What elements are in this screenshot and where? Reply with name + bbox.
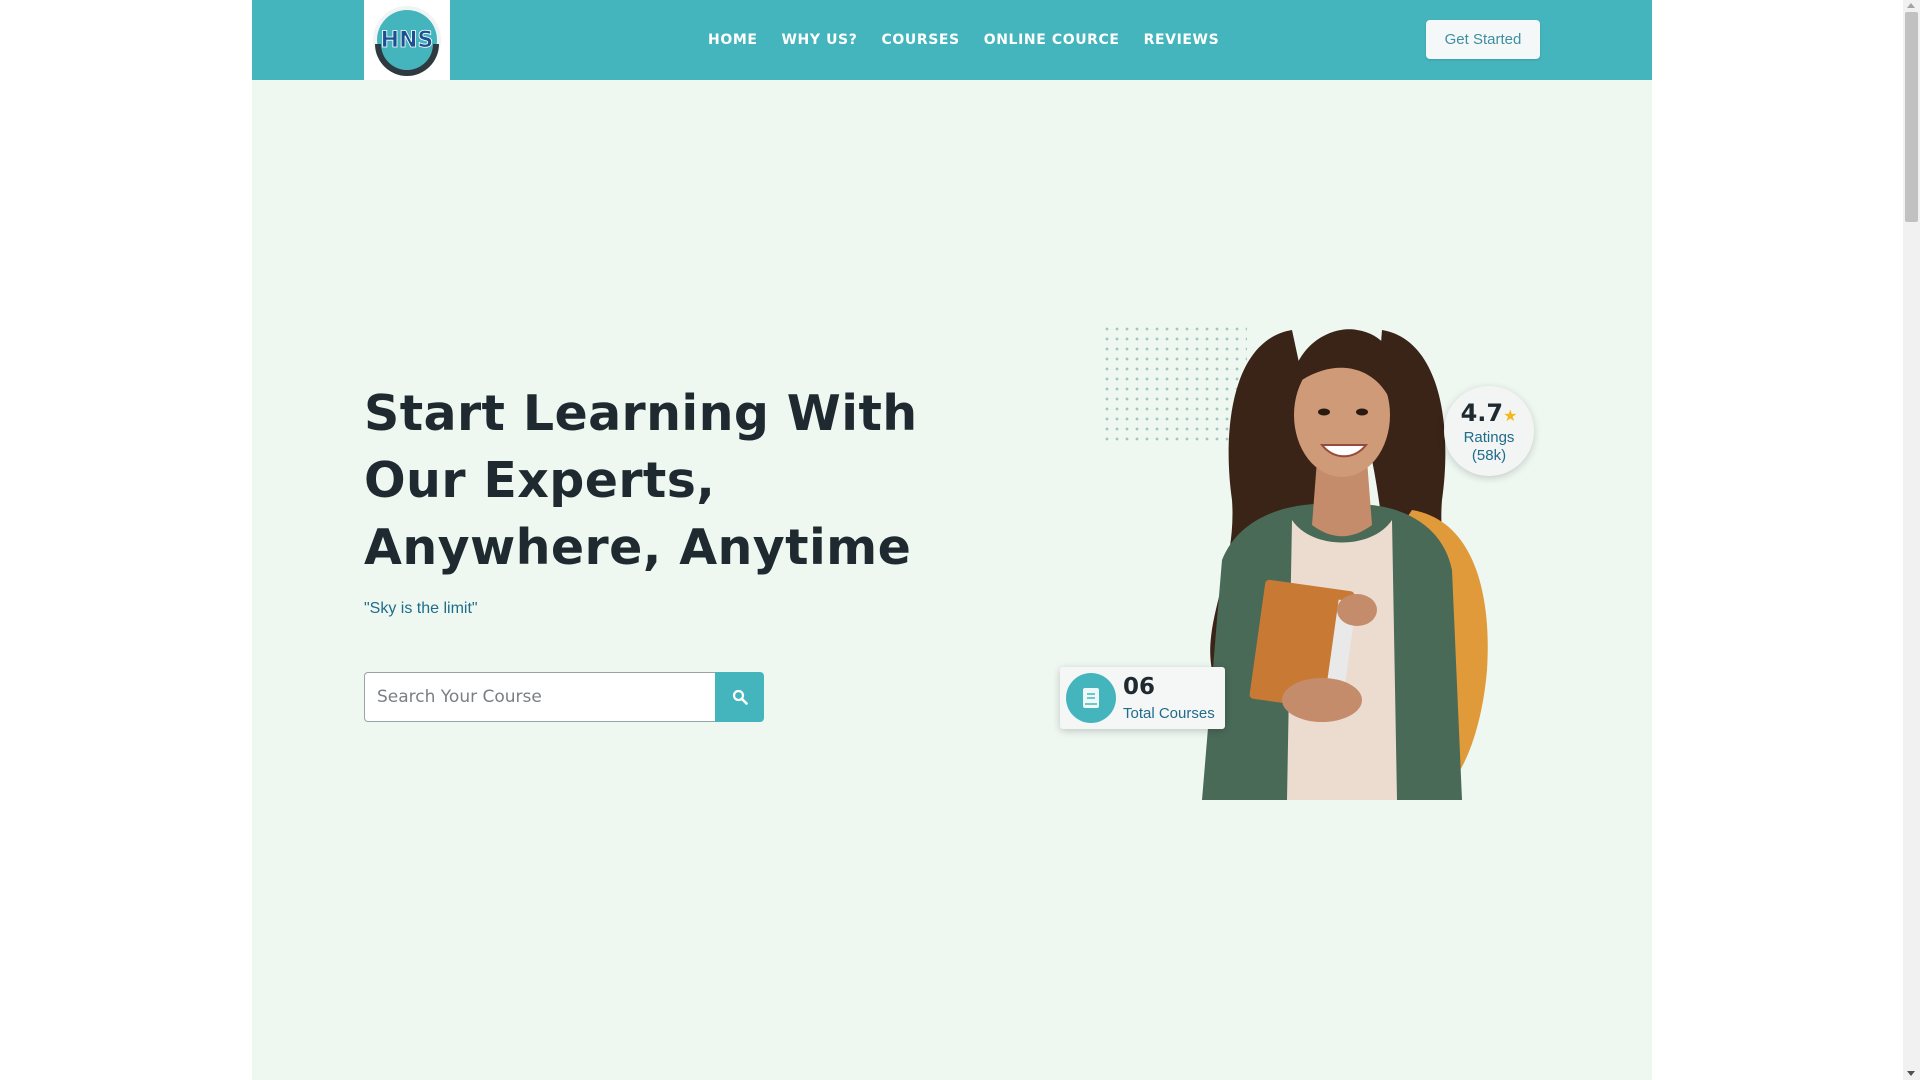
rating-value: 4.7★ (1444, 400, 1534, 429)
total-courses-label: Total Courses (1123, 705, 1215, 722)
rating-count: (58k) (1471, 447, 1507, 464)
scrollbar-thumb[interactable] (1905, 12, 1918, 222)
main-nav: HOME WHY US? COURSES ONLINE COURCE REVIE… (708, 0, 1219, 80)
landing-page: HNS HOME WHY US? COURSES ONLINE COURCE R… (252, 0, 1652, 1080)
total-courses-card: 06 Total Courses (1060, 667, 1225, 729)
nav-home[interactable]: HOME (708, 32, 758, 48)
rating-badge: 4.7★ Ratings (58k) (1444, 386, 1534, 476)
scroll-down-arrow-icon[interactable] (1907, 1071, 1915, 1076)
nav-reviews[interactable]: REVIEWS (1144, 32, 1220, 48)
nav-online-course[interactable]: ONLINE COURCE (984, 32, 1120, 48)
total-courses-count: 06 (1123, 674, 1156, 700)
rating-number: 4.7 (1460, 399, 1504, 427)
logo[interactable]: HNS (364, 0, 450, 80)
nav-why-us[interactable]: WHY US? (782, 32, 858, 48)
scroll-up-arrow-icon[interactable] (1907, 3, 1915, 8)
navbar: HNS HOME WHY US? COURSES ONLINE COURCE R… (252, 0, 1652, 80)
book-icon (1083, 688, 1099, 708)
hero-tagline: "Sky is the limit" (364, 600, 478, 617)
vertical-scrollbar[interactable] (1903, 0, 1920, 1080)
get-started-button[interactable]: Get Started (1426, 20, 1540, 59)
nav-courses[interactable]: COURSES (881, 32, 959, 48)
search-input[interactable] (364, 672, 716, 722)
svg-text:HNS: HNS (381, 28, 434, 53)
star-icon: ★ (1503, 406, 1518, 425)
search-icon (732, 689, 748, 705)
book-icon-circle (1066, 673, 1116, 723)
logo-emblem-icon: HNS (373, 6, 441, 76)
hero-title: Start Learning With Our Experts, Anywher… (364, 385, 918, 576)
course-search (364, 672, 764, 722)
search-button[interactable] (715, 672, 764, 722)
rating-label: Ratings (1463, 429, 1515, 446)
